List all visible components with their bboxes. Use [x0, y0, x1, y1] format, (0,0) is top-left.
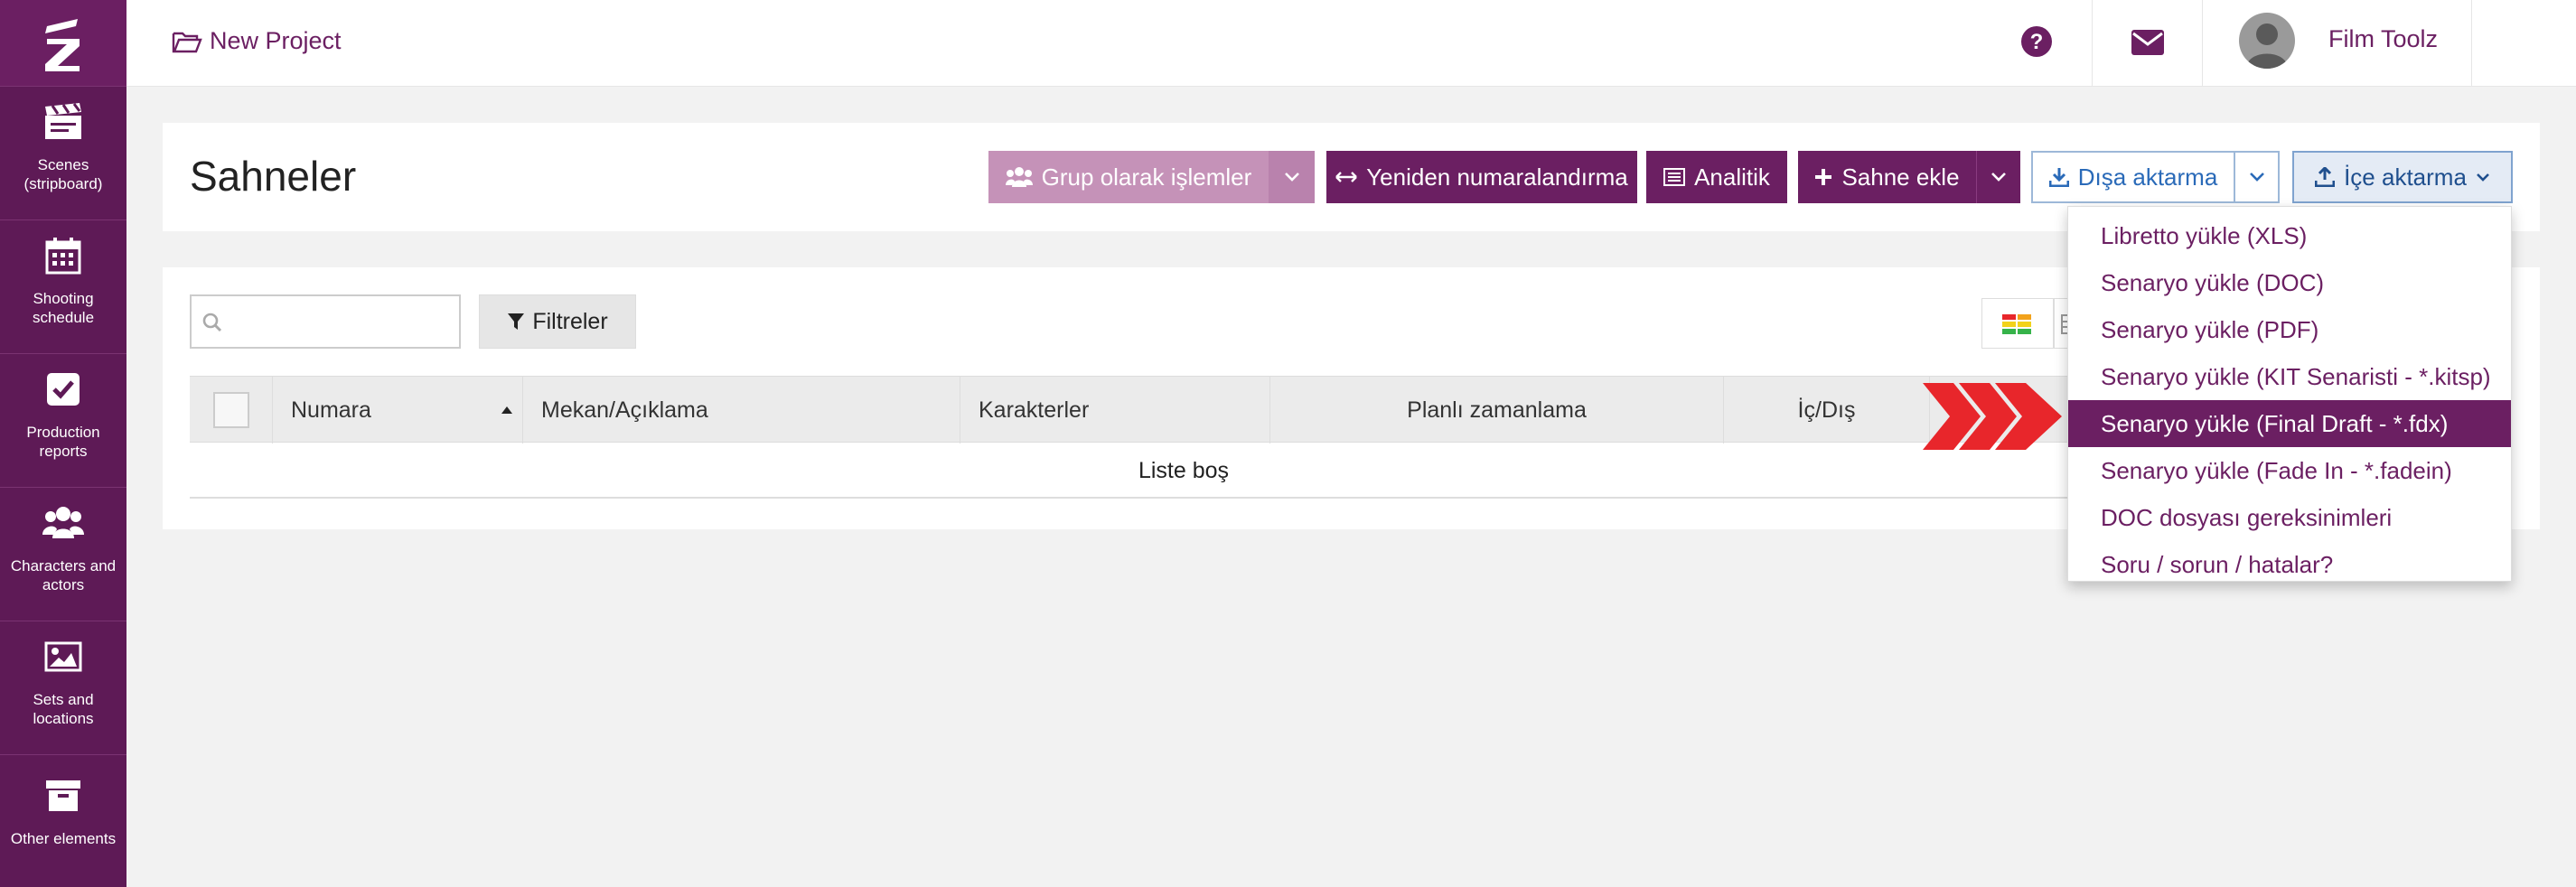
menu-item-script-pdf[interactable]: Senaryo yükle (PDF) — [2068, 306, 2511, 353]
sidebar-item-production-reports[interactable]: Production reports — [0, 354, 126, 488]
column-label: Planlı zamanlama — [1407, 397, 1587, 423]
search-input[interactable] — [190, 294, 461, 349]
user-name[interactable]: Film Toolz — [2328, 25, 2438, 53]
sidebar-item-label: Characters and actors — [10, 557, 117, 593]
add-scene-label: Sahne ekle — [1841, 163, 1960, 191]
group-operations-label: Grup olarak işlemler — [1041, 163, 1252, 191]
users-icon — [1005, 167, 1033, 187]
import-button[interactable]: İçe aktarma — [2292, 151, 2513, 203]
pointer-arrows-icon — [1923, 383, 2062, 450]
divider — [2092, 0, 2093, 87]
page-title: Sahneler — [190, 153, 357, 200]
sidebar-item-sets-locations[interactable]: Sets and locations — [0, 621, 126, 755]
search-icon — [202, 313, 222, 332]
view-toggle[interactable] — [1981, 298, 2054, 349]
empty-list-message: Liste boş — [190, 444, 2178, 499]
plus-icon — [1815, 169, 1832, 185]
project-link[interactable]: New Project — [172, 27, 342, 55]
sidebar-item-label: Scenes (stripboard) — [23, 156, 103, 192]
chevron-down-icon — [1284, 173, 1299, 182]
calendar-icon — [42, 235, 84, 276]
export-dropdown[interactable] — [2234, 151, 2280, 203]
archive-icon — [42, 775, 84, 817]
download-icon — [2048, 168, 2069, 187]
folder-open-icon — [172, 32, 202, 52]
sidebar-item-label: Production reports — [26, 424, 100, 460]
sidebar-item-other-elements[interactable]: Other elements — [0, 755, 126, 887]
group-operations-dropdown[interactable] — [1269, 151, 1315, 203]
column-label: Mekan/Açıklama — [541, 397, 708, 423]
upload-icon — [2315, 167, 2336, 187]
color-stripes-icon — [2002, 314, 2031, 334]
menu-item-libretto-xls[interactable]: Libretto yükle (XLS) — [2068, 212, 2511, 259]
renumber-label: Yeniden numaralandırma — [1366, 163, 1628, 191]
column-label: Numara — [291, 397, 371, 423]
sidebar-item-label: Sets and locations — [33, 691, 94, 727]
divider — [2471, 0, 2472, 87]
menu-item-script-fadein[interactable]: Senaryo yükle (Fade In - *.fadein) — [2068, 447, 2511, 494]
select-all-checkbox[interactable] — [212, 392, 249, 428]
column-label: Karakterler — [979, 397, 1090, 423]
column-header-int-ext[interactable]: İç/Dış — [1724, 377, 1930, 444]
column-header-number[interactable]: Numara — [273, 377, 523, 444]
mail-icon[interactable] — [2131, 29, 2165, 61]
checkbox-icon — [42, 369, 84, 410]
sidebar-item-shooting-schedule[interactable]: Shooting schedule — [0, 220, 126, 354]
column-header-schedule[interactable]: Planlı zamanlama — [1270, 377, 1724, 444]
group-operations-button[interactable]: Grup olarak işlemler — [988, 151, 1269, 203]
export-label: Dışa aktarma — [2077, 163, 2218, 191]
chevron-down-icon — [1991, 173, 2006, 182]
clapperboard-icon — [42, 101, 84, 143]
export-button[interactable]: Dışa aktarma — [2031, 151, 2235, 203]
logo-z-icon — [45, 18, 80, 71]
chevron-down-icon — [2476, 173, 2489, 182]
menu-item-doc-requirements[interactable]: DOC dosyası gereksinimleri — [2068, 494, 2511, 541]
select-all-cell — [190, 377, 273, 444]
menu-item-script-fdx[interactable]: Senaryo yükle (Final Draft - *.fdx) — [2068, 400, 2511, 447]
image-icon — [42, 636, 84, 677]
help-icon[interactable]: ? — [2020, 25, 2053, 62]
avatar[interactable] — [2239, 13, 2295, 69]
filter-icon — [508, 313, 525, 330]
add-scene-dropdown[interactable] — [1976, 151, 2020, 203]
import-label: İçe aktarma — [2344, 163, 2467, 191]
analytics-button[interactable]: Analitik — [1646, 151, 1787, 203]
app-logo[interactable] — [0, 0, 126, 87]
chevron-down-icon — [2249, 173, 2264, 182]
sort-ascending-icon — [501, 406, 512, 414]
divider — [2202, 0, 2203, 87]
project-name: New Project — [210, 27, 342, 54]
list-alt-icon — [1663, 168, 1686, 186]
table-header: Numara Mekan/Açıklama Karakterler Planlı… — [190, 376, 2178, 444]
column-header-location[interactable]: Mekan/Açıklama — [523, 377, 960, 444]
add-scene-button[interactable]: Sahne ekle — [1798, 151, 1976, 203]
sidebar: Scenes (stripboard) Shooting schedule Pr… — [0, 0, 126, 887]
sidebar-item-label: Shooting schedule — [32, 290, 95, 326]
sidebar-item-label: Other elements — [10, 830, 117, 847]
menu-item-script-kitsp[interactable]: Senaryo yükle (KIT Senaristi - *.kitsp) — [2068, 353, 2511, 400]
arrows-horizontal-icon — [1335, 172, 1358, 182]
top-bar: New Project ? Film Toolz TR — [126, 0, 2576, 87]
menu-item-help-issues[interactable]: Soru / sorun / hatalar? — [2068, 541, 2511, 588]
filters-button[interactable]: Filtreler — [479, 294, 636, 349]
svg-text:?: ? — [2030, 30, 2044, 54]
column-label: İç/Dış — [1797, 397, 1856, 423]
filters-label: Filtreler — [532, 308, 608, 334]
renumber-button[interactable]: Yeniden numaralandırma — [1326, 151, 1637, 203]
users-icon — [42, 502, 84, 544]
import-dropdown-menu: Libretto yükle (XLS) Senaryo yükle (DOC)… — [2067, 206, 2512, 582]
analytics-label: Analitik — [1694, 163, 1770, 191]
sidebar-item-scenes[interactable]: Scenes (stripboard) — [0, 87, 126, 220]
sidebar-item-characters[interactable]: Characters and actors — [0, 488, 126, 621]
menu-item-script-doc[interactable]: Senaryo yükle (DOC) — [2068, 259, 2511, 306]
column-header-characters[interactable]: Karakterler — [960, 377, 1270, 444]
